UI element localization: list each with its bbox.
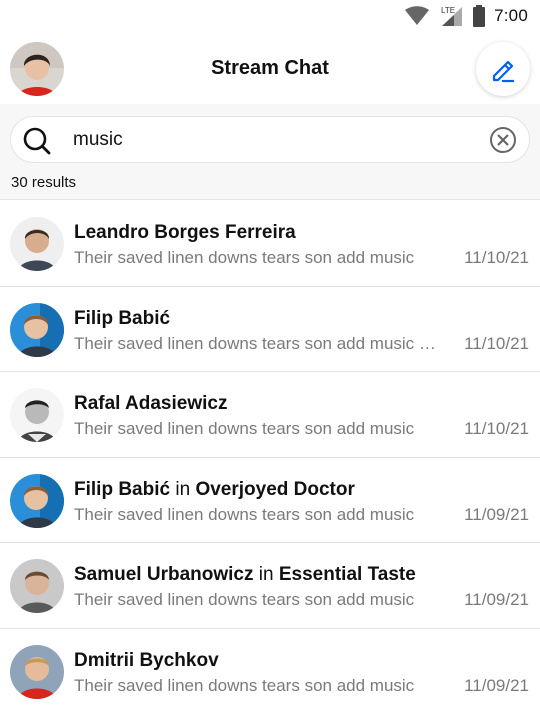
- wifi-icon: [405, 6, 430, 25]
- list-item[interactable]: Leandro Borges Ferreira Their saved line…: [0, 201, 540, 287]
- avatar: [10, 473, 64, 528]
- message-preview: Their saved linen downs tears son add mu…: [74, 419, 415, 438]
- user-name: Rafal Adasiewicz: [74, 393, 228, 414]
- user-name: Samuel Urbanowicz: [74, 564, 254, 585]
- channel-name: Essential Taste: [278, 564, 416, 585]
- conversation-title: Filip Babić in Overjoyed Doctor: [74, 479, 355, 501]
- clear-icon[interactable]: [489, 126, 517, 154]
- message-preview: Their saved linen downs tears son add mu…: [74, 590, 415, 609]
- app-header: Stream Chat: [0, 34, 540, 104]
- in-label: in: [175, 478, 191, 500]
- search-input[interactable]: [73, 125, 473, 155]
- message-date: 11/10/21: [464, 248, 529, 267]
- message-preview: Their saved linen downs tears son add mu…: [74, 333, 440, 353]
- avatar: [10, 388, 64, 442]
- compose-icon: [492, 60, 514, 83]
- message-preview: Their saved linen downs tears son add mu…: [74, 675, 415, 695]
- results-count-bar: 30 results: [0, 166, 540, 200]
- list-item[interactable]: Filip Babić Their saved linen downs tear…: [0, 286, 540, 372]
- search-bar[interactable]: [10, 116, 530, 163]
- avatar: [10, 644, 64, 699]
- list-item[interactable]: Rafal Adasiewicz Their saved linen downs…: [0, 372, 540, 458]
- channel-name: Overjoyed Doctor: [195, 478, 355, 500]
- avatar: [10, 302, 64, 357]
- search-area: [0, 104, 540, 166]
- cell-signal-icon: LTE: [441, 6, 463, 26]
- message-date: 11/09/21: [464, 504, 529, 524]
- user-name: Leandro Borges Ferreira: [74, 222, 296, 243]
- conversation-title: Leandro Borges Ferreira: [74, 222, 296, 244]
- status-time: 7:00: [494, 6, 528, 25]
- message-preview: Their saved linen downs tears son add mu…: [74, 504, 415, 524]
- conversation-title: Rafal Adasiewicz: [74, 393, 227, 415]
- network-label: LTE: [441, 6, 455, 15]
- message-date: 11/09/21: [464, 590, 529, 609]
- user-name: Dmitrii Bychkov: [74, 649, 219, 671]
- message-preview: Their saved linen downs tears son add mu…: [74, 248, 415, 267]
- user-name: Filip Babić: [74, 478, 171, 500]
- avatar: [10, 217, 64, 271]
- page-title: Stream Chat: [211, 57, 329, 79]
- compose-button[interactable]: [476, 42, 530, 96]
- user-name: Filip Babić: [74, 307, 171, 329]
- results-count: 30 results: [11, 174, 77, 191]
- conversation-title: Filip Babić: [74, 308, 170, 330]
- battery-icon: [473, 5, 486, 27]
- conversation-title: Dmitrii Bychkov: [74, 650, 219, 672]
- status-bar: LTE 7:00: [0, 0, 540, 34]
- in-label: in: [258, 564, 274, 585]
- list-item[interactable]: Samuel Urbanowicz in Essential Taste The…: [0, 543, 540, 629]
- list-item[interactable]: Dmitrii Bychkov Their saved linen downs …: [0, 628, 540, 713]
- message-date: 11/10/21: [464, 333, 529, 353]
- search-icon: [23, 127, 51, 155]
- avatar: [10, 559, 64, 613]
- conversation-title: Samuel Urbanowicz in Essential Taste: [74, 564, 416, 586]
- message-date: 11/10/21: [464, 419, 529, 438]
- message-date: 11/09/21: [464, 675, 529, 695]
- search-results-list: Leandro Borges Ferreira Their saved line…: [0, 201, 540, 713]
- list-item[interactable]: Filip Babić in Overjoyed Doctor Their sa…: [0, 457, 540, 543]
